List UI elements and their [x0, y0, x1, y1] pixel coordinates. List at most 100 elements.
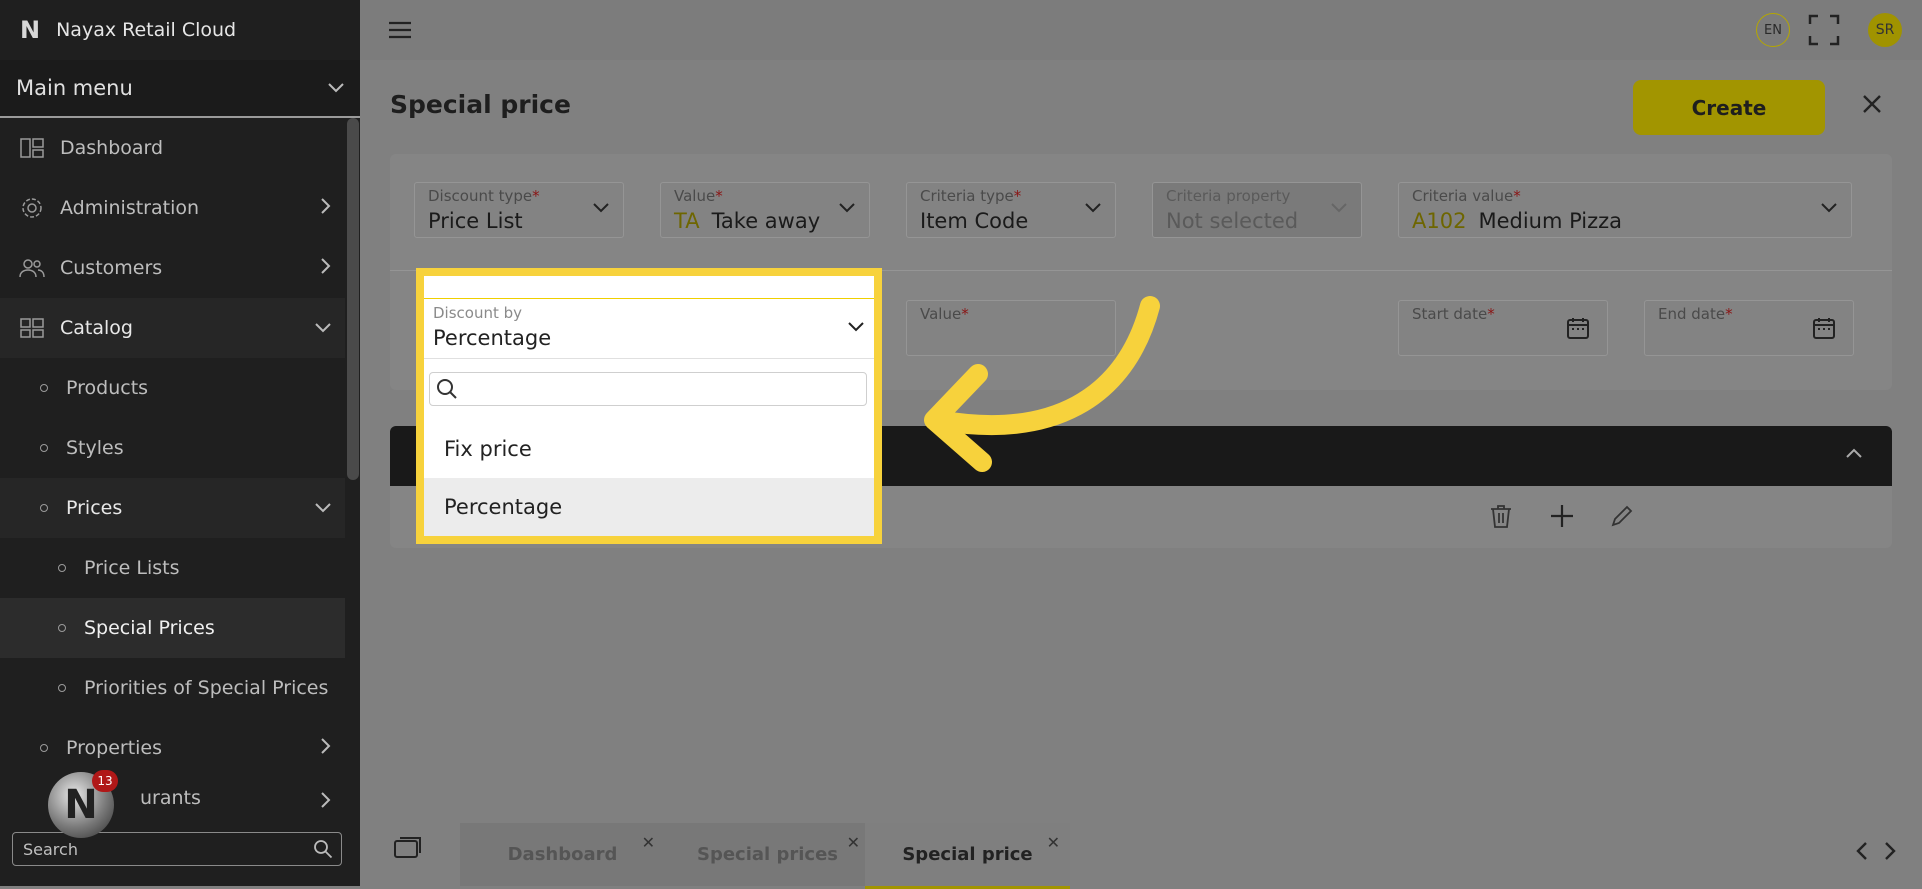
option-percentage[interactable]: Percentage — [424, 478, 874, 536]
field-value: Not selected — [1166, 209, 1299, 233]
field-value: Percentage — [433, 326, 552, 350]
bullet-icon — [58, 684, 66, 692]
close-tab-icon[interactable]: ✕ — [642, 833, 655, 852]
chevron-down-icon — [315, 323, 331, 333]
chevron-right-icon — [321, 792, 331, 808]
chevron-down-icon — [839, 203, 855, 213]
chevron-down-icon — [1821, 203, 1837, 213]
create-button[interactable]: Create — [1633, 80, 1825, 135]
value-code: A102 — [1412, 209, 1467, 233]
topbar: EN SR — [360, 0, 1922, 60]
close-tab-icon[interactable]: ✕ — [847, 833, 860, 852]
tab-label: Dashboard — [507, 844, 618, 865]
sidebar-item-products[interactable]: Products — [0, 358, 345, 418]
grid-icon — [18, 318, 46, 338]
search-icon — [314, 840, 333, 859]
trash-icon[interactable] — [1490, 504, 1512, 528]
field-label: Discount type — [428, 187, 533, 205]
sidebar-item-label: Dashboard — [60, 137, 164, 159]
required-mark: * — [1013, 187, 1022, 205]
sidebar-item-price-lists[interactable]: Price Lists — [0, 538, 345, 598]
tab-special-prices[interactable]: Special prices ✕ — [665, 823, 870, 886]
chevron-right-icon[interactable] — [1884, 841, 1896, 861]
discount-by-dropdown: Discount by Percentage Fix price Percent… — [416, 268, 882, 544]
sidebar-item-label: Properties — [66, 737, 163, 759]
user-avatar[interactable]: SR — [1868, 13, 1902, 47]
sidebar-item-label: Priorities of Special Prices — [84, 677, 329, 699]
field-label: Criteria value — [1412, 187, 1514, 205]
fullscreen-icon[interactable] — [1808, 14, 1840, 46]
plus-icon[interactable] — [1550, 504, 1574, 528]
field-value: Take away — [711, 209, 821, 233]
sidebar-item-prices[interactable]: Prices — [0, 478, 345, 538]
criteria-property-select: Criteria property Not selected — [1152, 182, 1362, 238]
chevron-right-icon — [321, 198, 331, 214]
app-title: Nayax Retail Cloud — [56, 19, 237, 41]
required-mark: * — [1487, 305, 1495, 323]
chevron-up-icon[interactable] — [1846, 448, 1862, 458]
field-value: Medium Pizza — [1478, 209, 1623, 233]
sidebar-item-styles[interactable]: Styles — [0, 418, 345, 478]
main-menu-toggle[interactable]: Main menu — [0, 60, 360, 118]
tab-dashboard[interactable]: Dashboard ✕ — [460, 823, 665, 886]
chevron-down-icon — [593, 203, 609, 213]
dashboard-icon — [18, 138, 46, 158]
nayax-logo: N — [20, 16, 41, 44]
pencil-icon[interactable] — [1610, 504, 1634, 528]
criteria-value-select[interactable]: Criteria value* A102 Medium Pizza — [1398, 182, 1852, 238]
chevron-left-icon[interactable] — [1856, 841, 1868, 861]
required-mark: * — [532, 187, 540, 205]
bullet-icon — [40, 744, 48, 752]
sidebar-item-special-prices[interactable]: Special Prices — [0, 598, 345, 658]
close-tab-icon[interactable]: ✕ — [1047, 833, 1060, 852]
callout-arrow — [924, 296, 1160, 472]
sidebar-item-dashboard[interactable]: Dashboard — [0, 118, 345, 178]
tab-label: Special prices — [696, 844, 838, 865]
sidebar: N Nayax Retail Cloud Main menu Dashboard… — [0, 0, 360, 886]
sidebar-item-label: Catalog — [60, 317, 133, 339]
sidebar-item-label: Administration — [60, 197, 200, 219]
start-date-input[interactable]: Start date* — [1398, 300, 1608, 356]
language-button[interactable]: EN — [1756, 13, 1790, 47]
sidebar-item-priorities[interactable]: Priorities of Special Prices — [0, 658, 345, 718]
sidebar-search-input[interactable]: Search — [12, 832, 342, 866]
tab-label: Special price — [902, 844, 1033, 865]
calendar-icon[interactable] — [1567, 317, 1589, 339]
sidebar-item-properties[interactable]: Properties — [0, 718, 345, 778]
field-label: Start date — [1412, 305, 1488, 323]
sidebar-item-label: Products — [66, 377, 149, 399]
sidebar-item-administration[interactable]: Administration — [0, 178, 345, 238]
option-fix-price[interactable]: Fix price — [424, 420, 874, 478]
sidebar-item-label: Special Prices — [84, 617, 215, 639]
chevron-down-icon — [1331, 203, 1347, 213]
dropdown-search-input[interactable] — [429, 372, 867, 406]
sidebar-item-catalog[interactable]: Catalog — [0, 298, 345, 358]
sidebar-scrollbar[interactable] — [347, 118, 359, 480]
tab-special-price[interactable]: Special price ✕ — [865, 823, 1070, 889]
discount-type-select[interactable]: Discount type* Price List — [414, 182, 624, 238]
field-value: Item Code — [920, 209, 1029, 233]
windows-icon[interactable] — [394, 835, 424, 859]
value-code: TA — [674, 209, 700, 233]
end-date-input[interactable]: End date* — [1644, 300, 1854, 356]
search-placeholder: Search — [23, 839, 78, 859]
required-mark: * — [715, 187, 723, 205]
calendar-icon[interactable] — [1813, 317, 1835, 339]
close-icon[interactable] — [1862, 94, 1882, 114]
discount-by-select[interactable]: Discount by Percentage — [424, 300, 874, 359]
sidebar-nav: Dashboard Administration Customers Catal… — [0, 118, 345, 818]
value-select[interactable]: Value* TA Take away — [660, 182, 870, 238]
sidebar-item-label: Customers — [60, 257, 163, 279]
sidebar-item-label: Price Lists — [84, 557, 180, 579]
bullet-icon — [40, 384, 48, 392]
bullet-icon — [58, 564, 66, 572]
field-value: Price List — [428, 209, 523, 233]
required-mark: * — [1513, 187, 1521, 205]
main-menu-label: Main menu — [16, 76, 133, 100]
sidebar-item-customers[interactable]: Customers — [0, 238, 345, 298]
page-title: Special price — [390, 90, 571, 119]
criteria-type-select[interactable]: Criteria type* Item Code — [906, 182, 1116, 238]
hamburger-menu-icon[interactable] — [388, 20, 412, 40]
bullet-icon — [40, 504, 48, 512]
chevron-down-icon — [328, 83, 344, 93]
